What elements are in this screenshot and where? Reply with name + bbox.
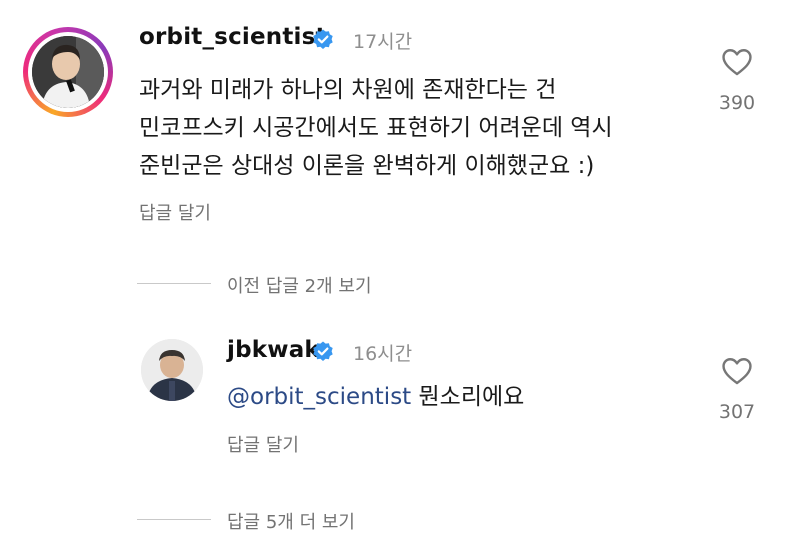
replies-divider	[137, 283, 211, 284]
reply-avatar[interactable]	[141, 339, 203, 401]
comment-line: 준빈군은 상대성 이론을 완벽하게 이해했군요 :)	[139, 153, 595, 179]
reply-reply-button[interactable]: 답글 달기	[227, 431, 299, 457]
comment-like-count: 390	[718, 92, 756, 114]
comment-line: 민코프스키 시공간에서도 표현하기 어려운데 역시	[139, 115, 613, 141]
comment-username[interactable]: orbit_scientist	[139, 24, 327, 50]
verified-badge-icon	[313, 341, 333, 361]
replies-divider	[137, 519, 211, 520]
avatar	[32, 36, 104, 108]
reply-timestamp: 16시간	[353, 343, 413, 365]
mention-link[interactable]: @orbit_scientist	[227, 384, 411, 410]
view-more-replies-button[interactable]: 답글 5개 더 보기	[227, 508, 355, 534]
reply-text: 뭔소리에요	[411, 384, 525, 410]
profile-photo-icon	[32, 36, 104, 108]
verified-badge-icon	[313, 29, 333, 49]
heart-outline-icon[interactable]	[720, 354, 754, 388]
comment-timestamp: 17시간	[353, 31, 413, 53]
heart-outline-icon[interactable]	[720, 45, 754, 79]
profile-photo-icon	[141, 339, 203, 401]
comment-line: 과거와 미래가 하나의 차원에 존재한다는 건	[139, 77, 557, 103]
comment-reply-button[interactable]: 답글 달기	[139, 199, 211, 225]
reply-like-count: 307	[718, 401, 756, 423]
view-previous-replies-button[interactable]: 이전 답글 2개 보기	[227, 272, 372, 298]
story-ring-avatar[interactable]	[23, 27, 113, 117]
comment-body: 과거와 미래가 하나의 차원에 존재한다는 건 민코프스키 시공간에서도 표현하…	[139, 71, 679, 185]
reply-username[interactable]: jbkwak	[227, 337, 320, 363]
reply-body: @orbit_scientist 뭔소리에요	[227, 378, 524, 416]
